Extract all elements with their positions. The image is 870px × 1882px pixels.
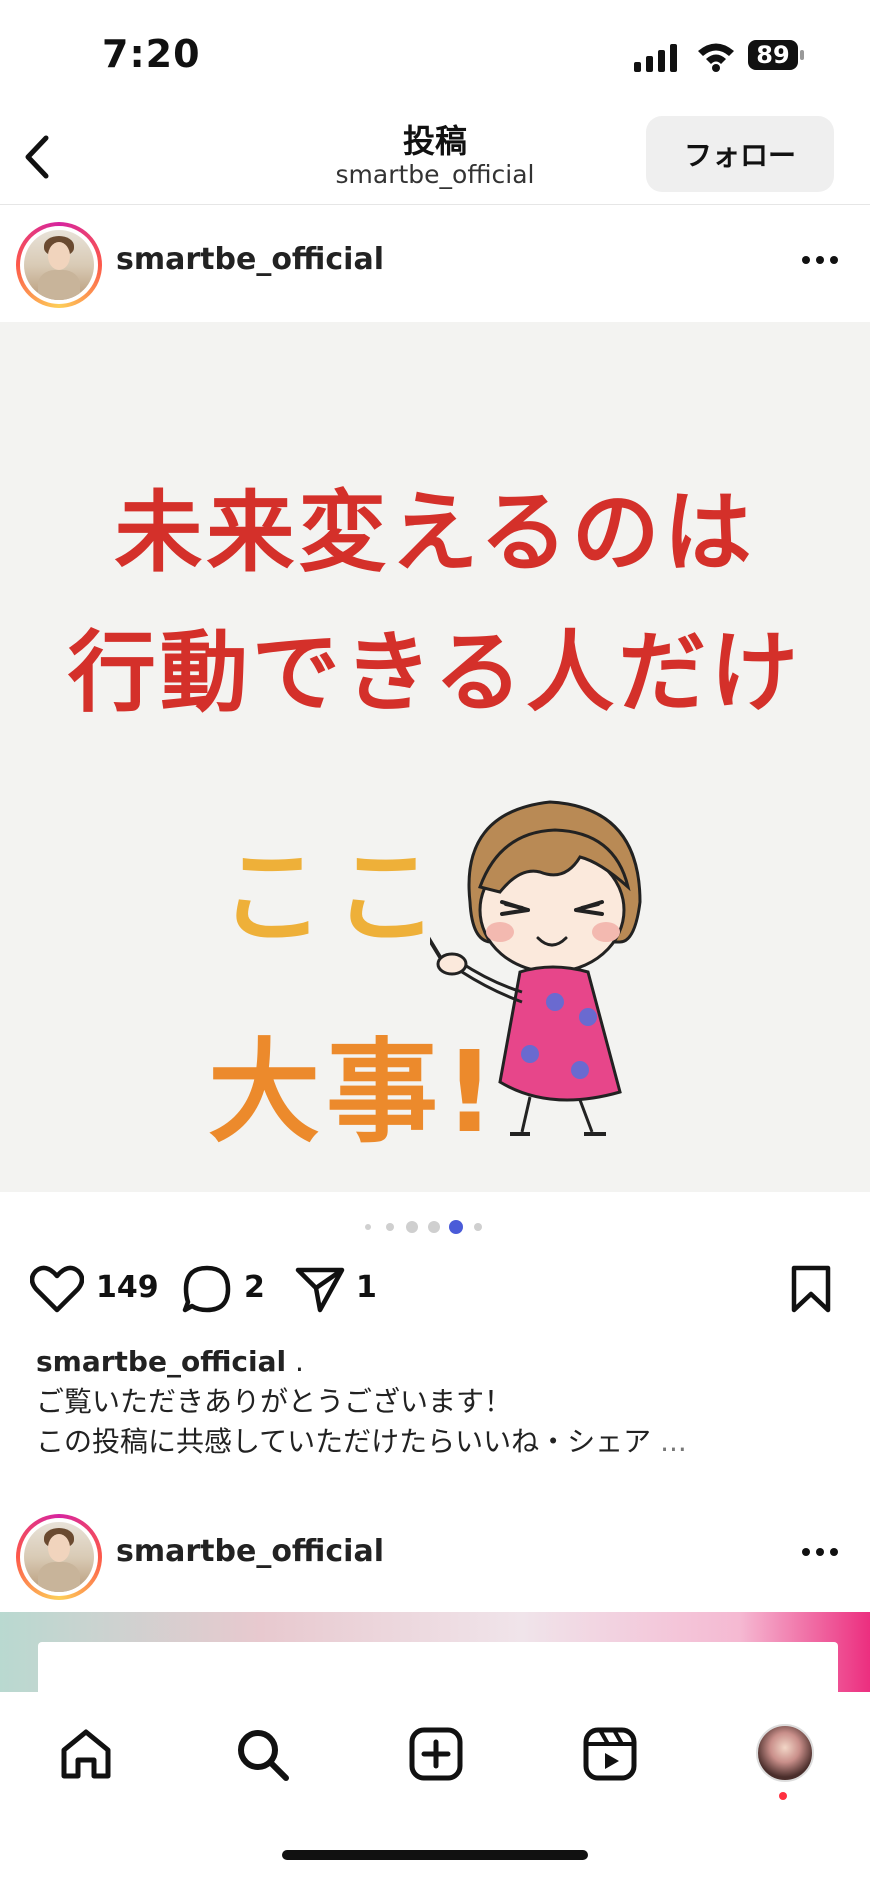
create-post-icon[interactable] xyxy=(408,1726,464,1782)
carousel-dot xyxy=(428,1221,440,1233)
caption-line1: ご覧いただきありがとうございます！ xyxy=(36,1385,513,1418)
share-send-icon[interactable] xyxy=(294,1264,346,1314)
avatar[interactable] xyxy=(16,1514,102,1600)
status-time: 7:20 xyxy=(102,32,201,76)
battery-level: 89 xyxy=(748,40,798,70)
carousel-dot xyxy=(406,1221,418,1233)
post-actions: 149 2 1 xyxy=(0,1258,870,1318)
more-options-icon[interactable] xyxy=(800,250,840,270)
avatar[interactable] xyxy=(16,222,102,308)
more-options-icon[interactable] xyxy=(800,1542,840,1562)
comment-icon[interactable] xyxy=(182,1264,232,1314)
image-headline-line1: 未来変えるのは xyxy=(114,481,756,584)
pointing-girl-illustration xyxy=(430,800,642,1136)
next-post-username[interactable]: smartbe_official xyxy=(116,1534,384,1569)
caption-username[interactable]: smartbe_official xyxy=(36,1345,286,1378)
post-header: smartbe_official xyxy=(0,204,870,322)
wifi-icon xyxy=(698,43,734,72)
top-header: 投稿 smartbe_official フォロー xyxy=(0,110,870,205)
like-heart-icon[interactable] xyxy=(30,1264,84,1314)
shares-count[interactable]: 1 xyxy=(356,1270,377,1305)
caption-line2: この投稿に共感していただけたらいいね・シェア xyxy=(36,1425,652,1458)
carousel-dot xyxy=(365,1224,371,1230)
caption-more[interactable]: ... xyxy=(651,1425,687,1458)
next-post-image[interactable] xyxy=(0,1612,870,1692)
post-image[interactable]: 未来変えるのは 行動できる人だけ ここ 大事! xyxy=(0,322,870,1192)
likes-count[interactable]: 149 xyxy=(96,1270,159,1305)
save-bookmark-icon[interactable] xyxy=(790,1264,832,1314)
status-bar: 7:20 89 xyxy=(0,0,870,110)
carousel-dot xyxy=(474,1223,482,1231)
battery-indicator: 89 xyxy=(748,40,806,72)
post-caption[interactable]: smartbe_official . ご覧いただきありがとうございます！ この投… xyxy=(36,1342,836,1462)
follow-button[interactable]: フォロー xyxy=(646,116,834,192)
post-username[interactable]: smartbe_official xyxy=(116,242,384,277)
bottom-nav xyxy=(0,1692,870,1882)
image-text-koko: ここ xyxy=(220,836,449,958)
carousel-dot-active xyxy=(449,1220,463,1234)
caption-suffix: . xyxy=(286,1345,304,1378)
reels-icon[interactable] xyxy=(582,1726,638,1782)
home-icon[interactable] xyxy=(58,1726,114,1782)
comments-count[interactable]: 2 xyxy=(244,1270,265,1305)
home-indicator xyxy=(282,1850,588,1860)
search-icon[interactable] xyxy=(234,1726,290,1782)
notification-dot xyxy=(779,1792,787,1800)
cellular-signal-icon xyxy=(634,44,677,72)
next-post-header: smartbe_official xyxy=(0,1496,870,1614)
profile-avatar[interactable] xyxy=(756,1724,814,1782)
image-headline-line2: 行動できる人だけ xyxy=(67,621,803,724)
carousel-dot xyxy=(386,1223,394,1231)
carousel-indicator xyxy=(365,1220,482,1234)
